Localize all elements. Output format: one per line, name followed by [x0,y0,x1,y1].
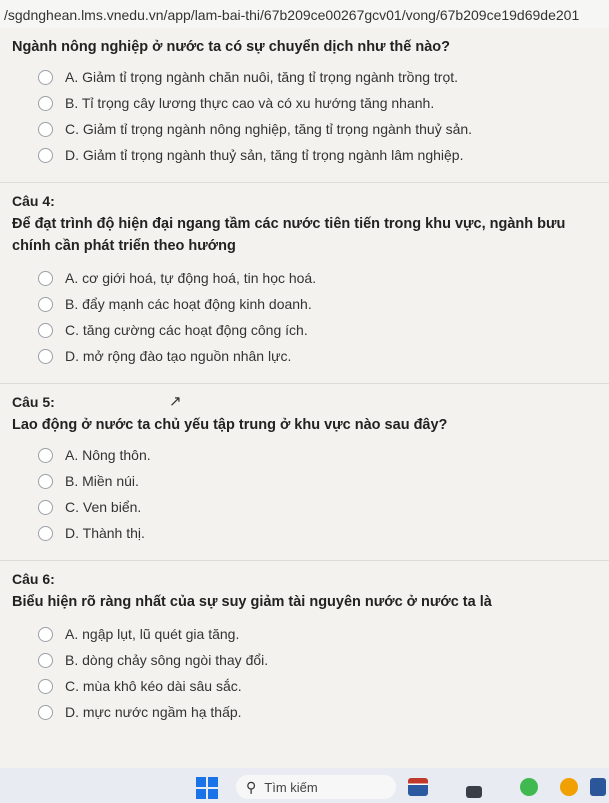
option-label: B. Miền núi. [65,473,139,489]
option-b[interactable]: B. Tỉ trọng cây lương thực cao và có xu … [38,90,609,116]
radio-button[interactable] [38,69,53,85]
exam-content: Ngành nông nghiệp ở nước ta có sự chuyển… [0,28,609,768]
radio-button[interactable] [38,322,53,338]
option-label: C. mùa khô kéo dài sâu sắc. [65,678,242,694]
question-label: Câu 4: [12,193,55,209]
question-label: Câu 5: [12,394,55,410]
option-b[interactable]: B. đẩy mạnh các hoạt động kinh doanh. [38,291,609,317]
windows-start-icon[interactable] [196,777,218,799]
app-icon[interactable] [466,786,482,798]
radio-button[interactable] [38,626,53,642]
option-label: B. Tỉ trọng cây lương thực cao và có xu … [65,95,435,111]
options-list: A. ngập lụt, lũ quét gia tăng. B. dòng c… [0,621,609,725]
question-text: Để đạt trình độ hiện đại ngang tầm các n… [12,216,566,254]
option-d[interactable]: D. mực nước ngầm hạ thấp. [38,699,609,725]
option-label: C. Giảm tỉ trọng ngành nông nghiệp, tăng… [65,121,473,137]
option-label: A. Giảm tỉ trọng ngành chăn nuôi, tăng t… [65,69,459,85]
option-b[interactable]: B. dòng chảy sông ngòi thay đổi. [38,647,609,673]
taskbar-search[interactable]: ⚲ Tìm kiếm [236,775,396,799]
option-label: C. Ven biển. [65,499,142,515]
radio-button[interactable] [38,121,53,137]
radio-button[interactable] [38,95,53,111]
app-icon[interactable] [520,778,538,796]
search-placeholder: Tìm kiếm [264,779,318,795]
option-label: A. cơ giới hoá, tự động hoá, tin học hoá… [65,270,317,286]
option-c[interactable]: C. tăng cường các hoạt động công ích. [38,317,609,343]
option-label: D. mở rộng đào tạo nguồn nhân lực. [65,348,292,364]
app-icon[interactable] [590,778,606,796]
question-text: Biểu hiện rõ ràng nhất của sự suy giảm t… [12,594,492,610]
taskbar: ⚲ Tìm kiếm [0,768,609,803]
options-list: A. cơ giới hoá, tự động hoá, tin học hoá… [0,265,609,369]
divider [0,383,609,384]
question-text: Ngành nông nghiệp ở nước ta có sự chuyển… [12,39,450,55]
radio-button[interactable] [38,270,53,286]
radio-button[interactable] [38,525,53,541]
radio-button[interactable] [38,348,53,364]
option-label: A. Nông thôn. [65,447,151,463]
option-label: D. Thành thị. [65,525,145,541]
question-label: Câu 6: [12,571,55,587]
option-d[interactable]: D. Thành thị. [38,520,609,546]
option-c[interactable]: C. Giảm tỉ trọng ngành nông nghiệp, tăng… [38,116,609,142]
option-label: D. Giảm tỉ trọng ngành thuỷ sản, tăng tỉ… [65,147,464,163]
divider [0,182,609,183]
option-label: C. tăng cường các hoạt động công ích. [65,322,308,338]
radio-button[interactable] [38,447,53,463]
option-a[interactable]: A. ngập lụt, lũ quét gia tăng. [38,621,609,647]
options-list: A. Nông thôn. B. Miền núi. C. Ven biển. … [0,442,609,546]
option-label: A. ngập lụt, lũ quét gia tăng. [65,626,240,642]
question-5: Câu 5: Lao động ở nước ta chủ yếu tập tr… [0,394,609,546]
radio-button[interactable] [38,678,53,694]
flag-app-icon[interactable] [408,778,428,796]
question-text: Lao động ở nước ta chủ yếu tập trung ở k… [12,417,448,433]
search-icon: ⚲ [246,778,257,795]
question-6: Câu 6: Biểu hiện rõ ràng nhất của sự suy… [0,571,609,725]
radio-button[interactable] [38,704,53,720]
divider [0,560,609,561]
radio-button[interactable] [38,652,53,668]
option-d[interactable]: D. Giảm tỉ trọng ngành thuỷ sản, tăng tỉ… [38,142,609,168]
radio-button[interactable] [38,499,53,515]
radio-button[interactable] [38,473,53,489]
option-label: B. đẩy mạnh các hoạt động kinh doanh. [65,296,312,312]
question-3: Ngành nông nghiệp ở nước ta có sự chuyển… [0,28,609,168]
option-c[interactable]: C. Ven biển. [38,494,609,520]
option-a[interactable]: A. cơ giới hoá, tự động hoá, tin học hoá… [38,265,609,291]
option-c[interactable]: C. mùa khô kéo dài sâu sắc. [38,673,609,699]
radio-button[interactable] [38,147,53,163]
option-a[interactable]: A. Nông thôn. [38,442,609,468]
option-b[interactable]: B. Miền núi. [38,468,609,494]
app-icon[interactable] [560,778,578,796]
option-label: D. mực nước ngầm hạ thấp. [65,704,242,720]
radio-button[interactable] [38,296,53,312]
mouse-cursor-icon: ↗ [169,393,182,410]
option-a[interactable]: A. Giảm tỉ trọng ngành chăn nuôi, tăng t… [38,64,609,90]
address-bar[interactable]: /sgdnghean.lms.vnedu.vn/app/lam-bai-thi/… [0,0,609,28]
options-list: A. Giảm tỉ trọng ngành chăn nuôi, tăng t… [0,64,609,168]
option-d[interactable]: D. mở rộng đào tạo nguồn nhân lực. [38,343,609,369]
option-label: B. dòng chảy sông ngòi thay đổi. [65,652,269,668]
question-4: Câu 4: Để đạt trình độ hiện đại ngang tầ… [0,193,609,369]
